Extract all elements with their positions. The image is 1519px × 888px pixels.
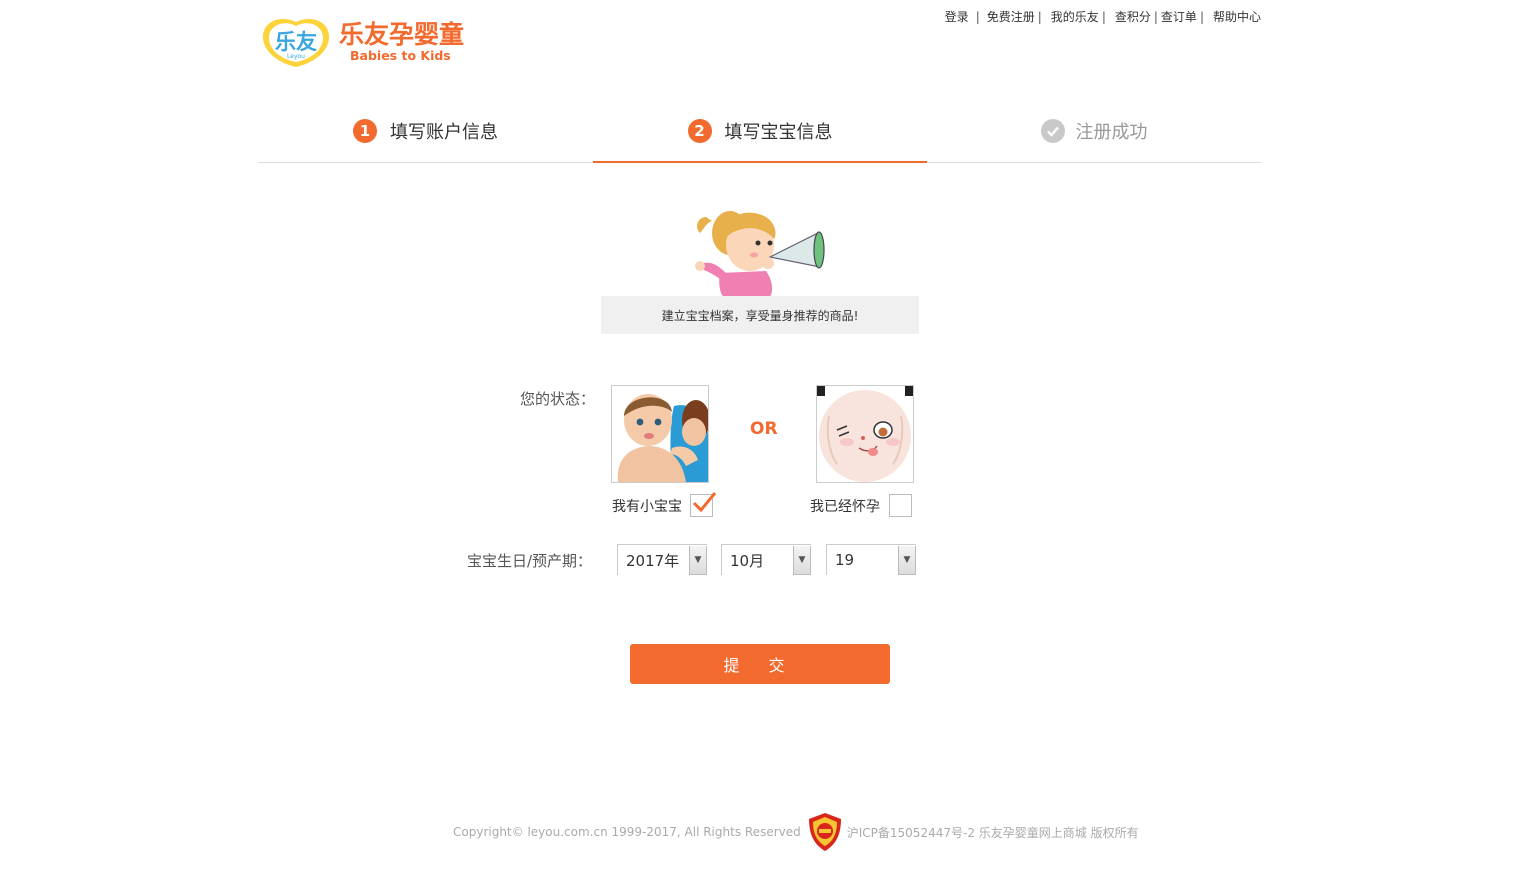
nav-my-leyou-link[interactable]: 我的乐友 <box>1051 10 1099 24</box>
footer: Copyright© leyou.com.cn 1999-2017, All R… <box>453 812 1139 852</box>
copyright-text: Copyright© leyou.com.cn 1999-2017, All R… <box>453 825 801 839</box>
status-label: 您的状态： <box>520 390 596 408</box>
chevron-down-icon: ▼ <box>898 545 916 575</box>
month-select[interactable]: 10月 ▼ <box>721 544 811 575</box>
nav-help-link[interactable]: 帮助中心 <box>1213 10 1261 24</box>
logo-badge-text: 乐友 <box>275 30 317 54</box>
day-select[interactable]: 19 ▼ <box>826 544 916 575</box>
step-number-2: 2 <box>687 119 712 143</box>
birthday-label: 宝宝生日/预产期： <box>467 552 593 570</box>
nav-register-link[interactable]: 免费注册 <box>987 10 1035 24</box>
step-label: 注册成功 <box>1075 122 1148 143</box>
option-pregnant-checkbox[interactable] <box>889 494 912 517</box>
notice-text: 建立宝宝档案，享受量身推荐的商品! <box>661 308 859 323</box>
option-baby-label[interactable]: 我有小宝宝 <box>612 496 682 516</box>
police-badge-icon[interactable] <box>807 812 843 852</box>
nav-login-link[interactable]: 登录 <box>945 10 969 24</box>
year-value: 2017年 <box>626 551 680 570</box>
nav-orders-link[interactable]: 查订单 <box>1161 10 1197 24</box>
pregnant-belly-photo[interactable] <box>816 385 914 483</box>
chevron-down-icon: ▼ <box>793 545 811 575</box>
checkmark-icon <box>1040 119 1065 143</box>
step-account-info: 1 填写账户信息 <box>258 100 593 162</box>
icp-text[interactable]: 沪ICP备15052447号-2 乐友孕婴童网上商城 版权所有 <box>847 824 1139 841</box>
option-baby-checkbox[interactable] <box>690 492 717 517</box>
month-value: 10月 <box>730 551 765 570</box>
step-number-1: 1 <box>353 119 377 143</box>
profile-notice-banner: 建立宝宝档案，享受量身推荐的商品! <box>601 296 919 334</box>
megaphone-girl-illustration <box>690 203 830 297</box>
nav-points-link[interactable]: 查积分 <box>1115 10 1151 24</box>
submit-button[interactable]: 提 交 <box>630 644 890 684</box>
logo-en-text: Babies to Kids <box>350 48 451 63</box>
step-success: 注册成功 <box>927 100 1261 162</box>
logo-cn-text: 乐友孕婴童 <box>339 20 464 49</box>
option-pregnant-label[interactable]: 我已经怀孕 <box>810 496 880 516</box>
registration-steps: 1 填写账户信息 2 填写宝宝信息 注册成功 <box>258 100 1261 164</box>
active-step-indicator <box>593 161 927 163</box>
step-label: 填写宝宝信息 <box>724 122 833 143</box>
baby-photo[interactable] <box>611 385 709 483</box>
top-nav: 登录 | 免费注册 | 我的乐友 | 查积分 | 查订单 | 帮助中心 <box>944 10 1261 24</box>
step-label: 填写账户信息 <box>390 122 498 143</box>
or-divider-text: OR <box>750 419 778 439</box>
chevron-down-icon: ▼ <box>689 545 707 575</box>
day-value: 19 <box>835 551 855 569</box>
site-logo[interactable]: 乐友 Leyou 乐友孕婴童 Babies to Kids <box>260 14 475 68</box>
step-baby-info: 2 填写宝宝信息 <box>593 100 927 162</box>
year-select[interactable]: 2017年 ▼ <box>617 544 707 575</box>
checkmark-icon <box>692 492 717 513</box>
logo-badge-en: Leyou <box>287 53 305 60</box>
